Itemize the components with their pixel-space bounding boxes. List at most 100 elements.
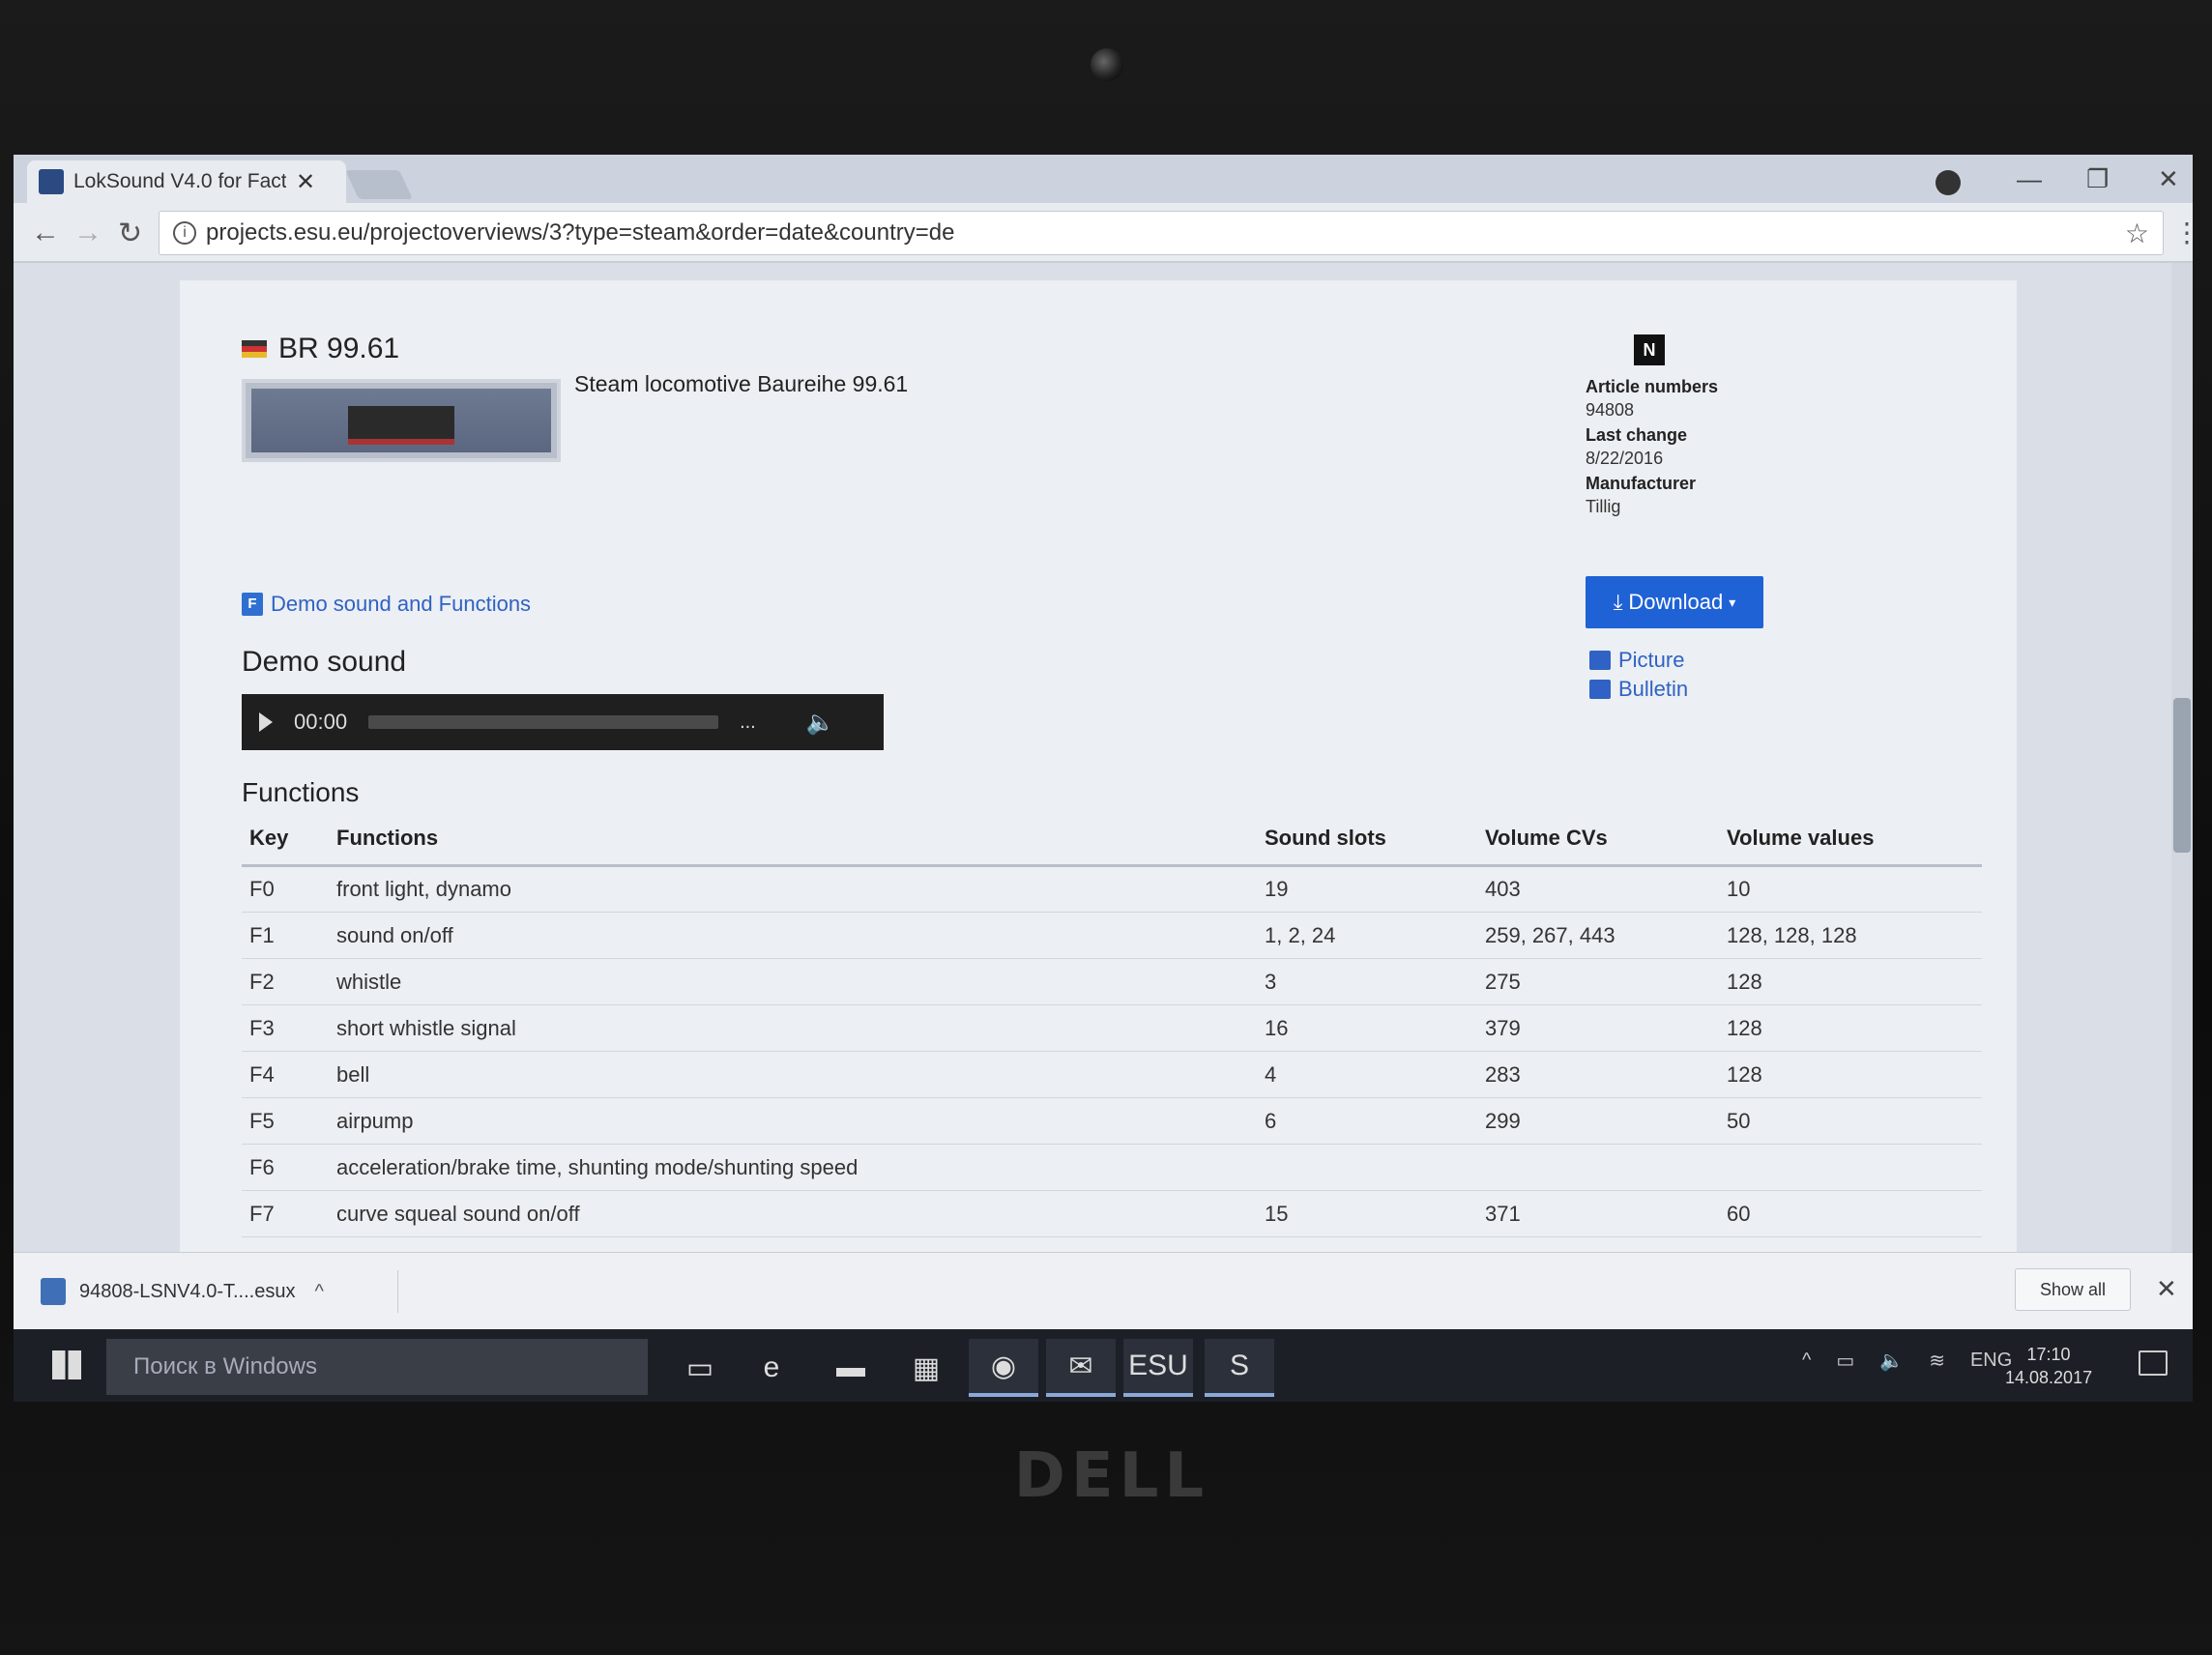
last-change-label: Last change	[1586, 425, 1688, 445]
cell-volume-values	[1719, 1236, 1982, 1252]
taskbar-file-explorer-icon[interactable]: ▬	[816, 1339, 886, 1397]
show-all-button[interactable]: Show all	[2015, 1268, 2131, 1311]
volume-tray-icon[interactable]: 🔈	[1879, 1349, 1904, 1373]
taskbar-clock[interactable]: 17:10 14.08.2017	[2005, 1343, 2092, 1389]
scrollbar-thumb[interactable]	[2173, 698, 2191, 853]
taskbar-esu-icon[interactable]: ESU	[1123, 1339, 1193, 1397]
download-shelf: 94808-LSNV4.0-T....esux ^ Show all ✕	[14, 1252, 2193, 1329]
play-icon[interactable]	[259, 712, 273, 732]
battery-icon[interactable]: ▭	[1836, 1349, 1854, 1373]
download-button[interactable]: ⤓ Download ▾	[1586, 576, 1763, 628]
forward-button[interactable]: →	[73, 217, 102, 249]
cell-volume-cvs: 275	[1477, 958, 1719, 1005]
taskbar-mail-icon[interactable]: ✉	[1046, 1339, 1116, 1397]
clock-time: 17:10	[2026, 1345, 2071, 1364]
functions-table: Key Functions Sound slots Volume CVs Vol…	[242, 820, 1982, 1252]
download-icon: ⤓	[1613, 590, 1623, 614]
project-card: BR 99.61 Steam locomotive Baureihe 99.61…	[180, 280, 2017, 1252]
demo-link-label[interactable]: Demo sound and Functions	[271, 592, 531, 617]
cell-sound-slots	[1257, 1144, 1477, 1191]
download-item[interactable]: 94808-LSNV4.0-T....esux ^	[41, 1270, 398, 1313]
windows-start-icon[interactable]	[52, 1350, 81, 1379]
tab-bar: LokSound V4.0 for Factory ✕ — ❐ ✕	[14, 155, 2193, 203]
cell-function: sound on/off	[329, 912, 1257, 959]
profile-icon[interactable]	[1936, 170, 1961, 195]
browser-tab[interactable]: LokSound V4.0 for Factory ✕	[27, 160, 346, 203]
taskbar-edge-icon[interactable]: e	[737, 1339, 806, 1397]
back-button[interactable]: ←	[31, 217, 60, 249]
cell-volume-cvs	[1477, 1236, 1719, 1252]
taskbar-chrome-icon[interactable]: ◉	[969, 1339, 1038, 1397]
cell-sound-slots: 15	[1257, 1190, 1477, 1237]
germany-flag-icon	[242, 340, 267, 358]
reload-button[interactable]: ↻	[118, 217, 142, 250]
minimize-button[interactable]: —	[2017, 164, 2042, 194]
cell-sound-slots: 1, 2, 24	[1257, 912, 1477, 959]
player-time: 00:00	[294, 710, 348, 734]
taskbar-skype-icon[interactable]: S	[1205, 1339, 1274, 1397]
picture-label[interactable]: Picture	[1618, 648, 1684, 673]
bulletin-link[interactable]: Bulletin	[1589, 677, 1688, 702]
article-numbers-value: 94808	[1586, 400, 1635, 420]
url-text[interactable]: projects.esu.eu/projectoverviews/3?type=…	[206, 219, 2115, 247]
download-filename[interactable]: 94808-LSNV4.0-T....esux	[79, 1281, 295, 1303]
scale-badge: N	[1634, 334, 1665, 365]
cell-function: acceleration/brake time, shunting mode/s…	[329, 1144, 1257, 1191]
table-row: F0 front light, dynamo 19 403 10	[242, 865, 1982, 913]
new-tab-button[interactable]	[345, 170, 413, 199]
picture-icon	[1589, 651, 1611, 670]
table-row: F7 curve squeal sound on/off 15 371 60	[242, 1190, 1982, 1237]
bookmark-star-icon[interactable]: ☆	[2125, 218, 2149, 249]
column-header-sound-slots: Sound slots	[1257, 820, 1477, 867]
table-header-row: Key Functions Sound slots Volume CVs Vol…	[242, 820, 1982, 867]
tray-chevron-icon[interactable]: ^	[1802, 1350, 1811, 1372]
column-header-key: Key	[242, 820, 329, 867]
cell-function: whistle	[329, 958, 1257, 1005]
column-header-volume-values: Volume values	[1719, 820, 1982, 867]
cell-key: F7	[242, 1190, 329, 1237]
print-icon	[1589, 680, 1611, 699]
cell-volume-values	[1719, 1144, 1982, 1191]
cell-sound-slots: 19	[1257, 865, 1477, 913]
browser-toolbar: ← → ↻ i projects.esu.eu/projectoverviews…	[14, 203, 2193, 263]
close-window-button[interactable]: ✕	[2158, 164, 2179, 194]
cell-volume-cvs: 283	[1477, 1051, 1719, 1098]
locomotive-thumbnail[interactable]	[242, 379, 561, 462]
cell-key: F8	[242, 1236, 329, 1252]
taskbar-store-icon[interactable]: ▦	[891, 1339, 961, 1397]
close-tab-icon[interactable]: ✕	[296, 168, 315, 196]
picture-link[interactable]: Picture	[1589, 648, 1684, 673]
close-shelf-icon[interactable]: ✕	[2156, 1274, 2177, 1304]
info-icon[interactable]: i	[173, 221, 196, 245]
player-more-icon[interactable]: ...	[740, 711, 756, 734]
cell-volume-cvs: 379	[1477, 1004, 1719, 1052]
address-bar[interactable]: i projects.esu.eu/projectoverviews/3?typ…	[159, 211, 2164, 255]
functions-badge-icon: F	[242, 593, 263, 616]
taskbar-search-placeholder[interactable]: Поиск в Windows	[133, 1353, 317, 1380]
cell-key: F4	[242, 1051, 329, 1098]
action-center-icon[interactable]	[2139, 1350, 2168, 1376]
cell-volume-cvs: 259, 267, 443	[1477, 912, 1719, 959]
cell-key: F2	[242, 958, 329, 1005]
demo-sound-functions-link[interactable]: F Demo sound and Functions	[242, 592, 531, 617]
cell-function: front light, dynamo	[329, 865, 1257, 913]
esu-favicon-icon	[39, 169, 64, 194]
page-scrollbar[interactable]	[2171, 263, 2193, 1252]
table-row: F8dynamo off/on	[242, 1236, 1982, 1252]
maximize-button[interactable]: ❐	[2086, 164, 2109, 194]
bulletin-label[interactable]: Bulletin	[1618, 677, 1688, 702]
cell-volume-values: 128, 128, 128	[1719, 912, 1982, 959]
player-progress-bar[interactable]	[368, 715, 719, 729]
volume-icon[interactable]: 🔈	[806, 709, 835, 737]
wifi-icon[interactable]: ≋	[1929, 1349, 1945, 1373]
browser-menu-icon[interactable]: ⋮	[2173, 217, 2193, 248]
cell-sound-slots	[1257, 1236, 1477, 1252]
cell-function: bell	[329, 1051, 1257, 1098]
taskbar-search[interactable]: Поиск в Windows	[106, 1339, 648, 1395]
demo-sound-heading: Demo sound	[242, 646, 407, 678]
chevron-up-icon[interactable]: ^	[314, 1281, 323, 1303]
last-change-value: 8/22/2016	[1586, 449, 1664, 468]
cell-sound-slots: 4	[1257, 1051, 1477, 1098]
taskbar-task-view-icon[interactable]: ▭	[665, 1339, 735, 1397]
cell-key: F1	[242, 912, 329, 959]
